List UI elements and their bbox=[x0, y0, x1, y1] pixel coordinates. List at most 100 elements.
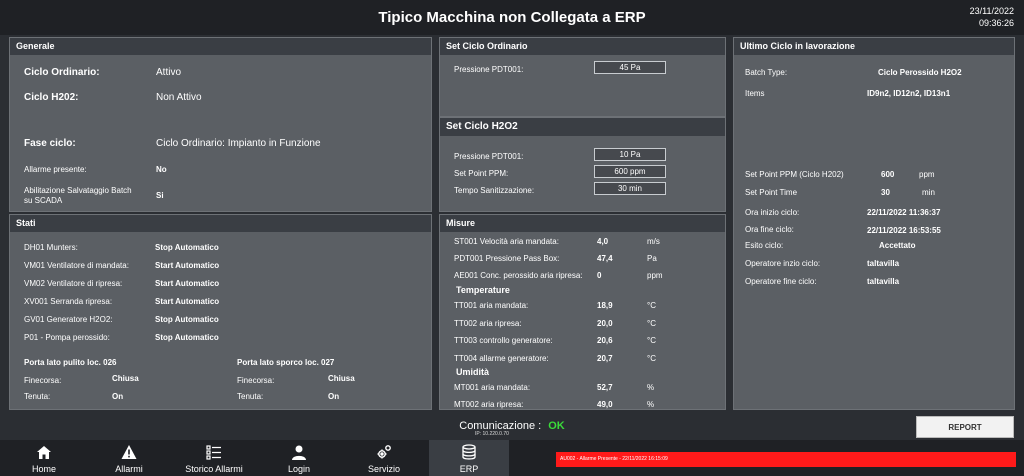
nav-erp-label: ERP bbox=[459, 464, 479, 474]
home-icon bbox=[37, 446, 51, 459]
ultimo-ciclo-panel: Ultimo Ciclo in lavorazione Batch Type: … bbox=[733, 37, 1015, 410]
operatore-fine-value: taltavilla bbox=[867, 277, 900, 286]
stati-row-label: XV001 Serranda ripresa: bbox=[24, 297, 113, 306]
rows-row-label: AE001 Conc. perossido aria ripresa: bbox=[454, 271, 583, 280]
sp-ppm-label: Set Point PPM (Ciclo H202) bbox=[745, 170, 844, 179]
items-label: Items bbox=[745, 89, 765, 98]
porta-sporco-tenuta-label: Tenuta: bbox=[237, 392, 264, 401]
porta-pulito-tenuta-label: Tenuta: bbox=[24, 392, 51, 401]
date-text: 23/11/2022 bbox=[969, 6, 1014, 16]
temperature-row-value: 20,7 bbox=[597, 353, 613, 363]
stati-row-label: DH01 Munters: bbox=[24, 243, 78, 252]
rows-row-value: 0 bbox=[597, 271, 602, 280]
fase-ciclo-value: Ciclo Ordinario: Impianto in Funzione bbox=[156, 138, 321, 149]
stati-row-label: VM01 Ventilatore di mandata: bbox=[24, 261, 129, 270]
porta-sporco-finecorsa-label: Finecorsa: bbox=[237, 376, 275, 385]
set-h2o2-ppm-label: Set Point PPM: bbox=[454, 169, 509, 178]
ciclo-h202-label: Ciclo H202: bbox=[24, 92, 79, 103]
ora-fine-value: 22/11/2022 16:53:55 bbox=[867, 226, 941, 235]
temperature-row-label: TT004 allarme generatore: bbox=[454, 353, 549, 363]
esito-label: Esito ciclo: bbox=[745, 241, 784, 250]
generale-title: Generale bbox=[10, 38, 431, 55]
stati-row-value: Stop Automatico bbox=[155, 333, 219, 342]
ora-inizio-value: 22/11/2022 11:36:37 bbox=[867, 208, 941, 217]
porta-sporco-title: Porta lato sporco loc. 027 bbox=[237, 358, 335, 367]
nav-storico-allarmi[interactable]: Storico Allarmi bbox=[174, 440, 254, 476]
items-value: ID9n2, ID12n2, ID13n1 bbox=[867, 89, 951, 98]
umidita-title: Umidità bbox=[456, 367, 490, 377]
operatore-inizio-label: Operatore inzio ciclo: bbox=[745, 259, 821, 268]
salvataggio-label-2: su SCADA bbox=[24, 196, 63, 205]
temperature-row-unit: °C bbox=[647, 301, 656, 310]
stati-panel: Stati DH01 Munters: Stop Automatico VM01 V… bbox=[9, 214, 432, 410]
temperature-row-label: TT002 aria ripresa: bbox=[454, 318, 522, 328]
rows-row-unit: ppm bbox=[647, 271, 663, 280]
rows-row-value: 47,4 bbox=[597, 254, 613, 263]
ciclo-ordinario-value: Attivo bbox=[156, 67, 182, 78]
comunicazione-value: OK bbox=[548, 420, 565, 432]
nav-login-label: Login bbox=[287, 464, 311, 474]
allarme-presente-label: Allarme presente: bbox=[24, 165, 87, 174]
stati-row-value: Start Automatico bbox=[155, 279, 220, 288]
nav-allarmi[interactable]: Allarmi bbox=[89, 440, 169, 476]
stati-row-label: GV01 Generatore H2O2: bbox=[24, 315, 113, 324]
temperature-row-unit: °C bbox=[647, 336, 656, 345]
rows-row-label: PDT001 Pressione Pass Box: bbox=[454, 254, 560, 263]
top-bar: Tipico Macchina non Collegata a ERP 23/1… bbox=[0, 0, 1024, 35]
page-title: Tipico Macchina non Collegata a ERP bbox=[378, 9, 646, 26]
temperature-row-unit: °C bbox=[647, 353, 656, 363]
rows-row-unit: Pa bbox=[647, 254, 657, 263]
fase-ciclo-label: Fase ciclo: bbox=[24, 138, 76, 149]
stati-row-label: VM02 Ventilatore di ripresa: bbox=[24, 279, 123, 288]
misure-panel: Misure ST001 Velocità aria mandata: 4,0 m/… bbox=[439, 214, 726, 410]
temperature-title: Temperature bbox=[456, 285, 510, 295]
set-h2o2-title: Set Ciclo H2O2 bbox=[440, 118, 725, 136]
set-h2o2-tempo-input[interactable]: 30 min bbox=[594, 182, 666, 195]
operatore-inizio-value: taltavilla bbox=[867, 259, 900, 268]
ultimo-ciclo-title: Ultimo Ciclo in lavorazione bbox=[734, 38, 1014, 55]
ciclo-ordinario-label: Ciclo Ordinario: bbox=[24, 67, 100, 78]
set-ordinario-pressione-label: Pressione PDT001: bbox=[454, 65, 524, 74]
nav-erp[interactable]: ERP bbox=[429, 440, 509, 476]
sp-time-unit: min bbox=[922, 188, 935, 197]
warning-icon bbox=[121, 445, 137, 459]
umidita-row-unit: % bbox=[647, 383, 655, 392]
set-h2o2-panel: Set Ciclo H2O2 Pressione PDT001: 10 Pa S… bbox=[439, 117, 726, 212]
ip-address: IP: 10.220.0.70 bbox=[475, 431, 509, 437]
set-h2o2-ppm-input[interactable]: 600 ppm bbox=[594, 165, 666, 178]
nav-login[interactable]: Login bbox=[259, 440, 339, 476]
allarme-presente-value: No bbox=[156, 165, 167, 174]
rows-row-unit: m/s bbox=[647, 237, 660, 246]
salvataggio-value: Si bbox=[156, 191, 164, 200]
set-ordinario-panel: Set Ciclo Ordinario Pressione PDT001: 45… bbox=[439, 37, 726, 117]
stati-row-label: P01 - Pompa perossido: bbox=[24, 333, 110, 342]
time-text: 09:36:26 bbox=[978, 18, 1014, 28]
sp-time-value: 30 bbox=[881, 188, 890, 197]
set-h2o2-pressione-input[interactable]: 10 Pa bbox=[594, 148, 666, 161]
set-ordinario-title: Set Ciclo Ordinario bbox=[440, 38, 725, 55]
temperature-row-label: TT001 aria mandata: bbox=[454, 301, 529, 310]
set-ordinario-pressione-input[interactable]: 45 Pa bbox=[594, 61, 666, 74]
umidita-row-label: MT001 aria mandata: bbox=[454, 383, 531, 392]
alarm-banner[interactable]: AU002 - Allarme Presente - 22/11/2022 16… bbox=[556, 452, 1016, 467]
sp-ppm-unit: ppm bbox=[919, 170, 935, 179]
operatore-fine-label: Operatore fine ciclo: bbox=[745, 277, 817, 286]
nav-home[interactable]: Home bbox=[4, 440, 84, 476]
nav-home-label: Home bbox=[31, 464, 56, 474]
sp-time-label: Set Point Time bbox=[745, 188, 798, 197]
user-icon bbox=[292, 445, 306, 460]
umidita-row-label: MT002 aria ripresa: bbox=[454, 400, 524, 409]
stati-row-value: Stop Automatico bbox=[155, 315, 219, 324]
porta-pulito-finecorsa-value: Chiusa bbox=[112, 374, 139, 383]
porta-sporco-tenuta-value: On bbox=[328, 392, 340, 401]
datetime: 23/11/2022 09:36:26 bbox=[970, 5, 1014, 29]
temperature-row-label: TT003 controllo generatore: bbox=[454, 336, 553, 345]
comunicazione-status: Comunicazione : OK bbox=[0, 420, 1024, 432]
stati-row-value: Stop Automatico bbox=[155, 243, 219, 252]
nav-servizio[interactable]: Servizio bbox=[344, 440, 424, 476]
report-button[interactable]: REPORT bbox=[916, 416, 1014, 438]
porta-pulito-tenuta-value: On bbox=[112, 392, 124, 401]
nav-servizio-label: Servizio bbox=[367, 464, 400, 474]
porta-pulito-finecorsa-label: Finecorsa: bbox=[24, 376, 62, 385]
ora-fine-label: Ora fine ciclo: bbox=[745, 225, 794, 234]
